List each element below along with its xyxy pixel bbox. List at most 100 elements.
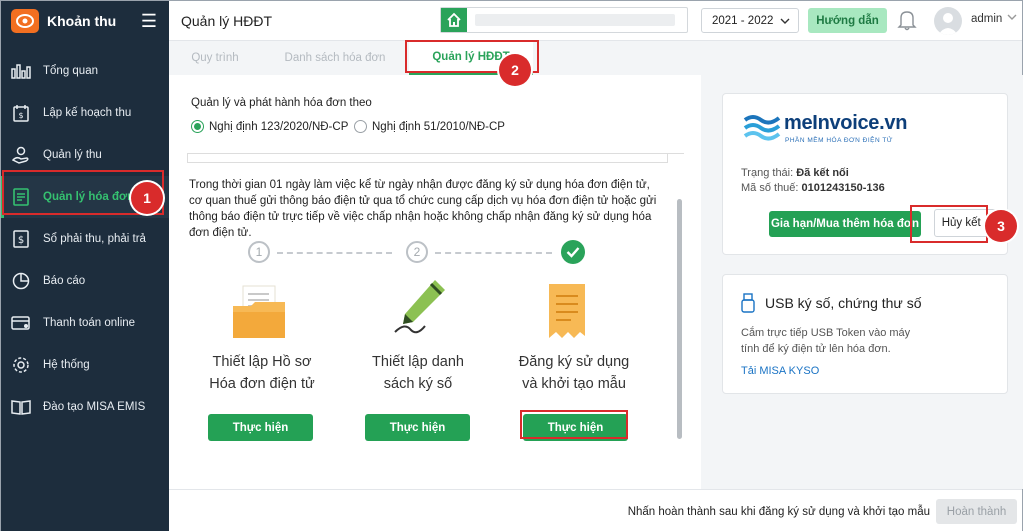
svg-text:$: $ bbox=[18, 235, 24, 246]
app-logo-icon bbox=[11, 9, 39, 33]
user-name[interactable]: admin bbox=[971, 13, 1002, 25]
step-1-title: Thiết lập Hồ sơ Hóa đơn điện tử bbox=[187, 351, 337, 395]
finish-button[interactable]: Hoàn thành bbox=[936, 499, 1017, 524]
sidebar-item-label: Thanh toán online bbox=[43, 317, 136, 329]
step-title-line: sách ký số bbox=[383, 376, 453, 392]
sidebar-item-dao-tao[interactable]: Đào tạo MISA EMIS bbox=[1, 386, 169, 428]
sidebar-item-he-thong[interactable]: Hệ thống bbox=[1, 344, 169, 386]
step-badge: 3 bbox=[985, 210, 1017, 242]
folder-document-icon bbox=[231, 284, 287, 343]
hand-coin-icon bbox=[11, 145, 31, 165]
usb-icon bbox=[741, 293, 755, 316]
radio-decree-51[interactable]: Nghị định 51/2010/NĐ-CP bbox=[354, 120, 505, 133]
sidebar-item-thanh-toan-online[interactable]: Thanh toán online bbox=[1, 302, 169, 344]
step-connector bbox=[435, 252, 552, 254]
sidebar-item-lap-ke-hoach-thu[interactable]: $ Lập kế hoạch thu bbox=[1, 92, 169, 134]
book-icon bbox=[11, 397, 31, 417]
sidebar-item-quan-ly-thu[interactable]: Quản lý thu bbox=[1, 134, 169, 176]
school-year-select[interactable]: 2021 - 2022 bbox=[701, 8, 799, 33]
sidebar-item-label: Lập kế hoạch thu bbox=[43, 107, 132, 119]
meinvoice-card: meInvoice.vn PHẦN MỀM HÓA ĐƠN ĐIỆN TỬ Tr… bbox=[722, 93, 1008, 255]
organization-name-blurred bbox=[475, 14, 675, 26]
card-payment-icon bbox=[11, 313, 31, 333]
calendar-money-icon: $ bbox=[11, 103, 31, 123]
sidebar-item-label: Quản lý hóa đơn bbox=[43, 191, 135, 203]
scrollbar-thumb[interactable] bbox=[677, 199, 682, 439]
chevron-down-icon[interactable] bbox=[1007, 12, 1017, 23]
sidebar-item-label: Đào tạo MISA EMIS bbox=[43, 401, 146, 413]
step-badge: 1 bbox=[131, 182, 163, 214]
step-title-line: Đăng ký sử dụng bbox=[518, 354, 630, 370]
scroll-top-edge bbox=[187, 154, 668, 163]
bell-icon[interactable] bbox=[897, 9, 917, 34]
sidebar: Khoản thu ☰ Tổng quan $ Lập kế hoạch thu… bbox=[1, 1, 169, 531]
usb-description: Cắm trực tiếp USB Token vào máy tính để … bbox=[741, 327, 911, 355]
brand: Khoản thu ☰ bbox=[1, 1, 169, 41]
chart-bars-icon bbox=[11, 61, 31, 81]
footer-note: Nhấn hoàn thành sau khi đăng ký sử dụng … bbox=[627, 506, 930, 518]
sidebar-item-so-phai-thu[interactable]: $ Sổ phải thu, phải trả bbox=[1, 218, 169, 260]
radio-label: Nghị định 123/2020/NĐ-CP bbox=[209, 120, 349, 133]
step-2-number: 2 bbox=[406, 241, 428, 263]
top-bar: Quản lý HĐĐT 2021 - 2022 Hướng dẫn admin bbox=[169, 1, 1022, 41]
receipt-icon bbox=[547, 282, 587, 343]
ledger-icon: $ bbox=[11, 229, 31, 249]
connection-status: Trạng thái: Đã kết nối bbox=[741, 167, 849, 179]
step-2-title: Thiết lập danh sách ký số bbox=[343, 351, 493, 395]
renew-buy-invoice-button[interactable]: Gia hạn/Mua thêm hóa đơn bbox=[769, 211, 921, 237]
sidebar-item-label: Báo cáo bbox=[43, 275, 86, 287]
sidebar-item-bao-cao[interactable]: Báo cáo bbox=[1, 260, 169, 302]
sidebar-item-label: Sổ phải thu, phải trả bbox=[43, 233, 146, 245]
tab-danh-sach-hoa-don[interactable]: Danh sách hóa đơn bbox=[273, 41, 397, 75]
pen-signature-icon bbox=[391, 278, 447, 343]
svg-text:$: $ bbox=[18, 111, 23, 120]
check-icon bbox=[561, 240, 585, 264]
school-year-value: 2021 - 2022 bbox=[712, 14, 774, 27]
page-title: Quản lý HĐĐT bbox=[181, 12, 273, 29]
right-panel: meInvoice.vn PHẦN MỀM HÓA ĐƠN ĐIỆN TỬ Tr… bbox=[701, 75, 1023, 489]
steps-scroll-area: Trong thời gian 01 ngày làm việc kể từ n… bbox=[187, 153, 684, 489]
meinvoice-tagline: PHẦN MỀM HÓA ĐƠN ĐIỆN TỬ bbox=[785, 137, 893, 144]
sidebar-item-label: Hệ thống bbox=[43, 359, 90, 371]
step-3-execute-button[interactable]: Thực hiện bbox=[523, 414, 628, 441]
sidebar-nav: Tổng quan $ Lập kế hoạch thu Quản lý thu… bbox=[1, 50, 169, 428]
step-1-execute-button[interactable]: Thực hiện bbox=[208, 414, 313, 441]
radio-decree-123[interactable]: Nghị định 123/2020/NĐ-CP bbox=[191, 120, 348, 133]
tax-code: Mã số thuế: 0101243150-136 bbox=[741, 182, 885, 194]
step-1-number: 1 bbox=[248, 241, 270, 263]
meinvoice-brand: meInvoice.vn bbox=[784, 112, 908, 134]
step-title-line: Thiết lập danh bbox=[372, 354, 464, 370]
status-value: Đã kết nối bbox=[796, 167, 849, 179]
tax-label: Mã số thuế: bbox=[741, 182, 799, 194]
step-connector bbox=[277, 252, 392, 254]
radio-checked-icon bbox=[191, 120, 204, 133]
download-kyso-link[interactable]: Tải MISA KYSO bbox=[741, 365, 819, 377]
tab-quy-trinh[interactable]: Quy trình bbox=[177, 41, 253, 75]
step-2-execute-button[interactable]: Thực hiện bbox=[365, 414, 470, 441]
tax-value: 0101243150-136 bbox=[801, 182, 885, 194]
menu-toggle-icon[interactable]: ☰ bbox=[141, 11, 157, 32]
radio-label: Nghị định 51/2010/NĐ-CP bbox=[372, 120, 505, 133]
app-name: Khoản thu bbox=[47, 13, 117, 29]
step-title-line: Hóa đơn điện tử bbox=[209, 376, 315, 392]
description-text: Trong thời gian 01 ngày làm việc kể từ n… bbox=[189, 179, 657, 239]
vertical-scrollbar[interactable] bbox=[675, 154, 684, 490]
organization-selector[interactable] bbox=[440, 7, 688, 33]
tab-bar: Quy trình Danh sách hóa đơn Quản lý HĐĐT bbox=[169, 41, 1022, 75]
meinvoice-logo-icon bbox=[743, 112, 781, 145]
status-label: Trạng thái: bbox=[741, 167, 794, 179]
chevron-down-icon bbox=[780, 15, 790, 27]
avatar[interactable] bbox=[934, 7, 962, 35]
sidebar-item-tong-quan[interactable]: Tổng quan bbox=[1, 50, 169, 92]
invoice-icon bbox=[11, 187, 31, 207]
usb-title: USB ký số, chứng thư số bbox=[765, 295, 922, 311]
gear-icon bbox=[11, 355, 31, 375]
step-title-line: Thiết lập Hồ sơ bbox=[212, 354, 312, 370]
home-icon bbox=[441, 8, 467, 32]
section-label: Quản lý và phát hành hóa đơn theo bbox=[191, 97, 372, 109]
step-badge: 2 bbox=[499, 54, 531, 86]
step-3-title: Đăng ký sử dụng và khởi tạo mẫu bbox=[499, 351, 649, 395]
radio-unchecked-icon bbox=[354, 120, 367, 133]
main-panel: Quản lý và phát hành hóa đơn theo Nghị đ… bbox=[169, 75, 701, 489]
guide-button[interactable]: Hướng dẫn bbox=[808, 8, 887, 33]
